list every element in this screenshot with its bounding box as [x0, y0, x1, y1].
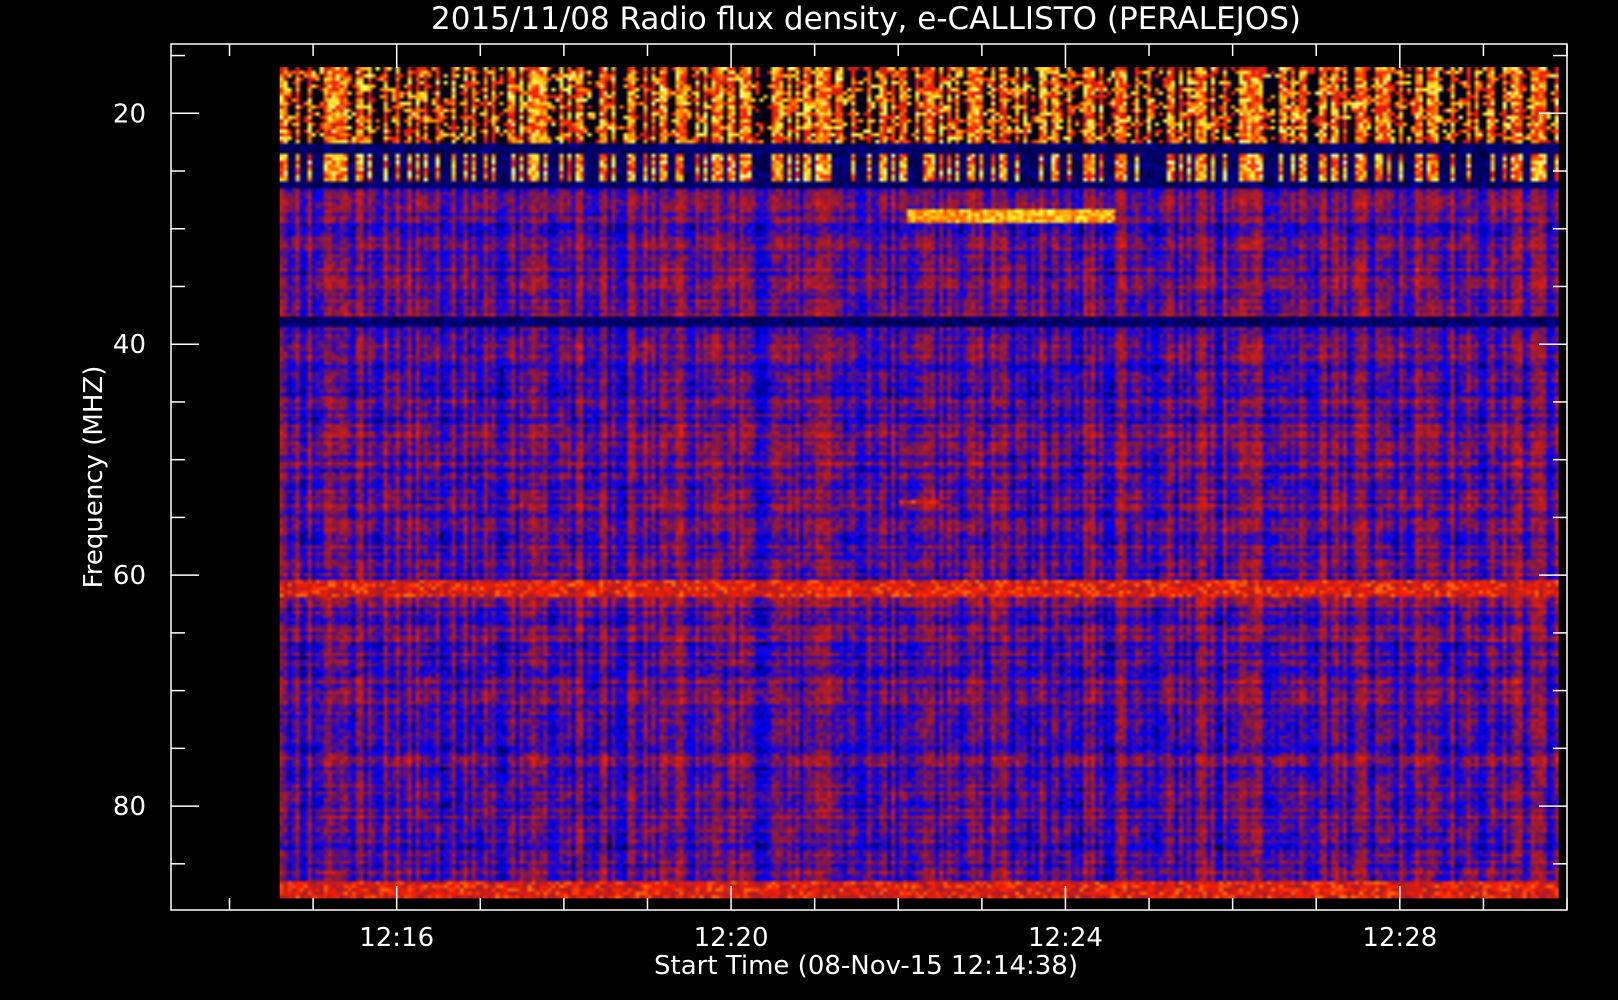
- y-tick-label: 40: [113, 330, 146, 360]
- y-tick-label: 20: [113, 99, 146, 129]
- chart-title: 2015/11/08 Radio flux density, e-CALLIST…: [431, 1, 1301, 37]
- y-axis-label: Frequency (MHZ): [79, 366, 109, 589]
- x-tick-label: 12:20: [694, 923, 769, 953]
- spectrogram-heatmap: [279, 67, 1559, 899]
- x-tick-label: 12:16: [359, 923, 434, 953]
- y-tick-label: 60: [113, 561, 146, 591]
- x-axis-label: Start Time (08-Nov-15 12:14:38): [654, 951, 1078, 981]
- x-tick-label: 12:28: [1362, 923, 1437, 953]
- x-tick-label: 12:24: [1028, 923, 1103, 953]
- heatmap-image: [279, 67, 1559, 899]
- y-tick-label: 80: [113, 792, 146, 822]
- spectrogram-chart: 2015/11/08 Radio flux density, e-CALLIST…: [0, 0, 1618, 1000]
